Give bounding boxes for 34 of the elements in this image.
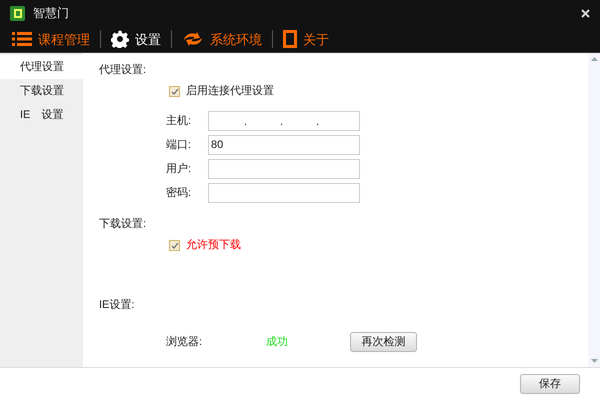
nav-tab[interactable]: 关于: [283, 30, 329, 48]
list-icon: [12, 31, 32, 47]
input-field[interactable]: . . .: [208, 111, 360, 131]
scrollbar[interactable]: [588, 53, 600, 367]
sidebar-item[interactable]: 代理设置: [0, 55, 83, 79]
checkbox[interactable]: [169, 240, 180, 251]
nav-tab[interactable]: 设置: [111, 30, 161, 48]
status-text: 成功: [266, 334, 289, 350]
close-icon[interactable]: [581, 8, 590, 18]
window-title: 智慧门: [33, 6, 69, 20]
section-heading: IE设置:: [99, 298, 136, 313]
checkbox-label: 允许预下载: [186, 238, 241, 253]
app-logo-icon: [10, 6, 25, 20]
field-label: 主机:: [166, 114, 192, 128]
nav-tab[interactable]: 课程管理: [12, 31, 90, 47]
field-label: 密码:: [166, 186, 192, 200]
section-heading: 下载设置:: [99, 217, 148, 232]
checkbox[interactable]: [169, 86, 180, 97]
input-field[interactable]: [208, 159, 360, 179]
save-button[interactable]: 保存: [520, 374, 580, 394]
scroll-up-arrow-icon[interactable]: [590, 57, 598, 61]
status-label: 浏览器:: [166, 334, 204, 350]
gear-icon: [111, 30, 129, 48]
field-label: 用户:: [166, 162, 192, 176]
input-field[interactable]: [208, 183, 360, 203]
nav-tab[interactable]: 系统环境: [182, 31, 262, 47]
input-field[interactable]: 80: [208, 135, 360, 155]
scroll-down-arrow-icon[interactable]: [590, 359, 598, 363]
field-label: 端口:: [166, 138, 192, 152]
checkbox-label: 启用连接代理设置: [186, 84, 274, 99]
refresh-icon: [182, 31, 204, 47]
recheck-button[interactable]: 再次检测: [350, 332, 417, 352]
section-heading: 代理设置:: [99, 63, 148, 78]
square-icon: [283, 30, 297, 48]
